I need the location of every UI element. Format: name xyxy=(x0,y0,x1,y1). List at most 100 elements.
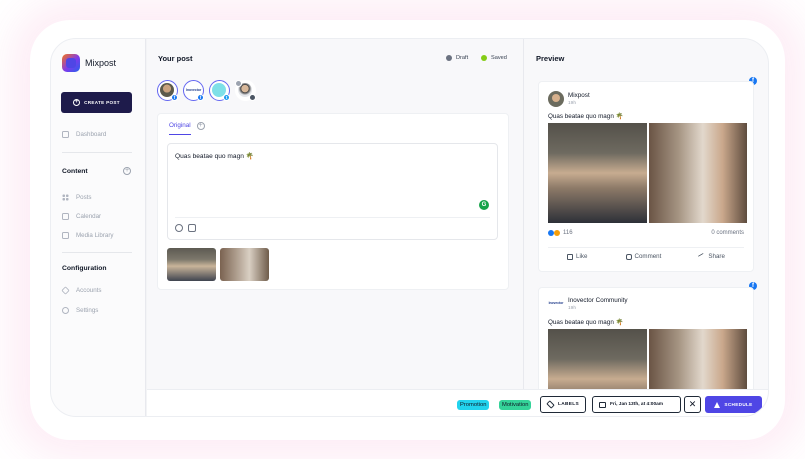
facebook-icon: f xyxy=(197,94,204,101)
post-header: Inovector Inovector Community 19h xyxy=(548,296,628,312)
facebook-icon: f xyxy=(171,94,178,101)
account-avatar-mastodon[interactable] xyxy=(235,80,256,101)
account-avatar-twitter[interactable]: t xyxy=(209,80,230,101)
content-section-title: Content xyxy=(62,168,88,175)
post-image xyxy=(648,123,747,223)
sidebar-item-label: Calendar xyxy=(76,213,102,220)
comment-count: 0 comments xyxy=(711,230,744,236)
app-window: Mixpost + CREATE POST Dashboard Content … xyxy=(50,38,769,417)
draft-dot-icon xyxy=(446,55,452,61)
reaction-count: 116 xyxy=(563,230,573,236)
post-actions: Like Comment Share xyxy=(548,252,744,261)
post-author: Inovector Community xyxy=(568,297,628,304)
sidebar-divider xyxy=(62,152,132,153)
account-avatar-mixpost[interactable]: f xyxy=(157,80,178,101)
post-text: Quas beatae quo magn 🌴 xyxy=(548,113,624,120)
facebook-post-preview: Inovector Inovector Community 19h Quas b… xyxy=(538,287,754,397)
add-version-icon[interactable]: + xyxy=(196,122,205,130)
toolbar-divider xyxy=(175,217,490,218)
brand-name: Mixpost xyxy=(85,58,117,68)
media-icon[interactable] xyxy=(188,224,196,232)
bottom-toolbar: Promotion Motivation LABELS Fri, Jan 13t… xyxy=(147,389,768,416)
sidebar-item-posts[interactable]: Posts xyxy=(62,194,91,201)
sidebar-item-accounts[interactable]: Accounts xyxy=(61,286,102,295)
sidebar-item-dashboard[interactable]: Dashboard xyxy=(62,131,106,138)
mastodon-icon xyxy=(249,94,256,101)
post-divider xyxy=(548,247,744,248)
preview-panel: Preview f Mixpost 19h Quas beatae quo ma… xyxy=(523,39,768,397)
post-text-editor[interactable]: Quas beatae quo magn 🌴 G xyxy=(167,143,498,240)
sidebar-item-label: Media Library xyxy=(76,232,114,239)
avatar: Inovector xyxy=(548,296,564,312)
post-editor: Your post Draft Saved f Inovector f t Or… xyxy=(147,39,523,389)
status-saved-label: Saved xyxy=(491,55,507,61)
facebook-post-preview: Mixpost 19h Quas beatae quo magn 🌴 116 0… xyxy=(538,81,754,272)
post-stats: 116 0 comments xyxy=(548,230,744,236)
reactions: 116 xyxy=(548,230,573,236)
post-images xyxy=(548,329,747,396)
post-image xyxy=(648,329,747,396)
account-avatar-inovector[interactable]: Inovector f xyxy=(183,80,204,101)
cube-icon xyxy=(61,286,70,295)
labels-label: LABELS xyxy=(558,402,579,407)
twitter-icon: t xyxy=(223,94,230,101)
schedule-button[interactable]: SCHEDULE xyxy=(705,396,762,413)
avatar xyxy=(548,91,564,107)
tag-promotion[interactable]: Promotion xyxy=(457,400,490,410)
sidebar-item-label: Dashboard xyxy=(76,131,107,138)
post-text[interactable]: Quas beatae quo magn 🌴 xyxy=(175,152,254,160)
sidebar-item-label: Accounts xyxy=(76,287,102,294)
status-draft-label: Draft xyxy=(456,55,469,61)
plus-icon: + xyxy=(73,99,81,106)
post-image xyxy=(548,329,647,396)
tag-icon xyxy=(546,400,555,409)
calendar-icon xyxy=(62,213,69,220)
share-action[interactable]: Share xyxy=(698,252,725,261)
clear-date-button[interactable]: ✕ xyxy=(684,396,701,413)
sidebar-item-media-library[interactable]: Media Library xyxy=(62,232,114,239)
inovector-logo: Inovector xyxy=(548,301,564,305)
post-text: Quas beatae quo magn 🌴 xyxy=(548,319,624,326)
schedule-label: SCHEDULE xyxy=(724,402,753,407)
mixpost-logo-icon xyxy=(62,54,80,72)
like-action[interactable]: Like xyxy=(567,253,587,260)
grammarly-icon[interactable]: G xyxy=(479,200,489,210)
media-thumbnail[interactable] xyxy=(167,248,216,281)
editor-toolbar xyxy=(175,224,196,232)
sidebar-item-label: Settings xyxy=(76,307,99,314)
post-image xyxy=(548,123,647,223)
saved-dot-icon xyxy=(481,55,487,61)
tag-motivation[interactable]: Motivation xyxy=(499,400,532,410)
share-label: Share xyxy=(708,253,725,260)
editor-title: Your post xyxy=(158,54,193,63)
post-author: Mixpost xyxy=(568,92,590,99)
mastodon-icon xyxy=(235,80,242,87)
sidebar-item-calendar[interactable]: Calendar xyxy=(62,213,101,220)
brand: Mixpost xyxy=(62,54,116,72)
comment-action[interactable]: Comment xyxy=(625,253,661,260)
dashboard-icon xyxy=(62,131,69,138)
status-draft: Draft xyxy=(446,55,468,61)
post-time: 19h xyxy=(568,306,577,311)
create-post-label: CREATE POST xyxy=(84,100,120,105)
emoji-icon[interactable] xyxy=(175,224,183,232)
gear-icon xyxy=(62,307,69,314)
share-icon xyxy=(698,252,707,261)
post-images xyxy=(548,123,747,223)
labels-button[interactable]: LABELS xyxy=(540,396,586,413)
image-icon xyxy=(62,232,69,239)
grid-icon xyxy=(62,194,69,201)
sidebar-item-label: Posts xyxy=(76,194,92,201)
tab-original[interactable]: Original xyxy=(169,122,191,135)
account-selector: f Inovector f t xyxy=(157,80,256,101)
add-content-icon[interactable]: + xyxy=(123,167,131,175)
like-label: Like xyxy=(576,253,588,260)
post-time: 19h xyxy=(568,101,577,106)
media-attachments xyxy=(167,248,269,281)
post-header: Mixpost 19h xyxy=(548,91,590,107)
create-post-button[interactable]: + CREATE POST xyxy=(61,92,132,113)
media-thumbnail[interactable] xyxy=(220,248,269,281)
sidebar-item-settings[interactable]: Settings xyxy=(62,307,98,314)
status-saved: Saved xyxy=(481,55,507,61)
schedule-date-picker[interactable]: Fri, Jan 13th, at 4:00am xyxy=(592,396,681,413)
